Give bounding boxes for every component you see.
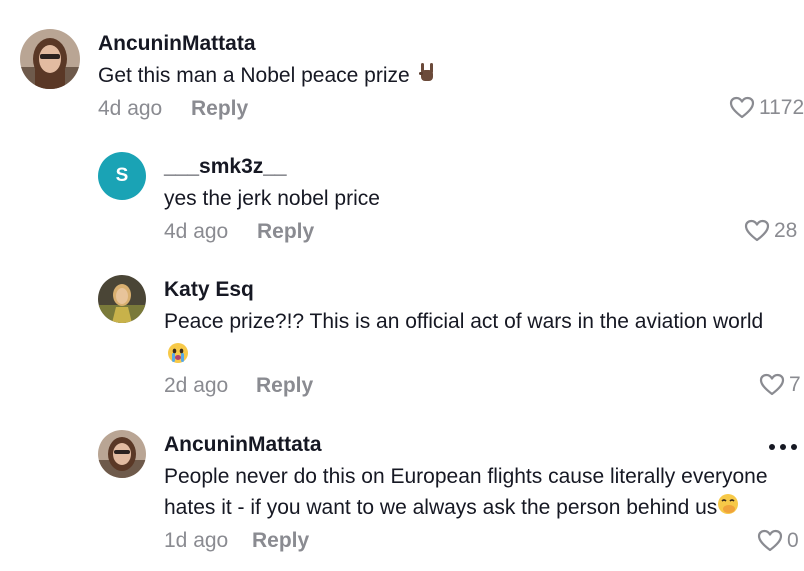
comment-username[interactable]: ___smk3z__ — [164, 155, 287, 179]
like-button[interactable]: 28 — [744, 219, 797, 243]
comment-text: Peace prize?!? This is an official act o… — [164, 310, 764, 333]
like-button[interactable]: 1172 — [729, 96, 804, 120]
comment-username[interactable]: AncuninMattata — [164, 433, 322, 457]
more-options-icon[interactable] — [769, 444, 797, 450]
dot — [769, 444, 775, 450]
crying-face-icon — [167, 342, 189, 369]
comment-timestamp: 1d ago — [164, 529, 229, 552]
like-button[interactable]: 0 — [757, 529, 799, 553]
comment-timestamp: 2d ago — [164, 374, 229, 397]
reply-comment-item: S ___smk3z__ yes the jerk nobel price 4d… — [0, 140, 804, 265]
comment-text-line-2: hates it - if you want to we always ask … — [164, 492, 739, 524]
comment-text-line-1: People never do this on European flights… — [164, 465, 768, 488]
comment-item: AncuninMattata Get this man a Nobel peac… — [0, 0, 804, 140]
heart-icon — [744, 219, 770, 242]
dot — [791, 444, 797, 450]
avatar[interactable]: S — [98, 152, 146, 200]
heart-icon — [759, 373, 785, 396]
avatar[interactable] — [20, 29, 80, 89]
comment-text: Get this man a Nobel peace prize — [98, 60, 438, 92]
comment-text: yes the jerk nobel price — [164, 187, 380, 210]
avatar[interactable] — [98, 275, 146, 323]
reply-button[interactable]: Reply — [256, 374, 313, 398]
like-count: 28 — [774, 219, 798, 242]
comment-username[interactable]: Katy Esq — [164, 278, 254, 302]
like-count: 1172 — [759, 96, 804, 119]
reply-comment-item: Katy Esq Peace prize?!? This is an offic… — [0, 265, 804, 420]
dot — [780, 444, 786, 450]
heart-icon — [729, 96, 755, 119]
comment-timestamp: 4d ago — [164, 220, 229, 243]
like-count: 7 — [789, 373, 801, 396]
comment-text-content: hates it - if you want to we always ask … — [164, 496, 718, 519]
reply-button[interactable]: Reply — [191, 97, 248, 121]
heart-icon — [757, 529, 783, 552]
avatar[interactable] — [98, 430, 146, 478]
comment-text-content: Get this man a Nobel peace prize — [98, 64, 410, 87]
rock-on-hand-icon — [416, 61, 438, 92]
like-button[interactable]: 7 — [759, 373, 801, 397]
comment-timestamp: 4d ago — [98, 97, 163, 120]
like-count: 0 — [787, 529, 799, 552]
comment-username[interactable]: AncuninMattata — [98, 32, 256, 56]
reply-button[interactable]: Reply — [257, 220, 314, 244]
reply-comment-item: AncuninMattata People never do this on E… — [0, 420, 804, 571]
face-with-hand-over-mouth-icon — [717, 493, 739, 524]
reply-button[interactable]: Reply — [252, 529, 309, 553]
